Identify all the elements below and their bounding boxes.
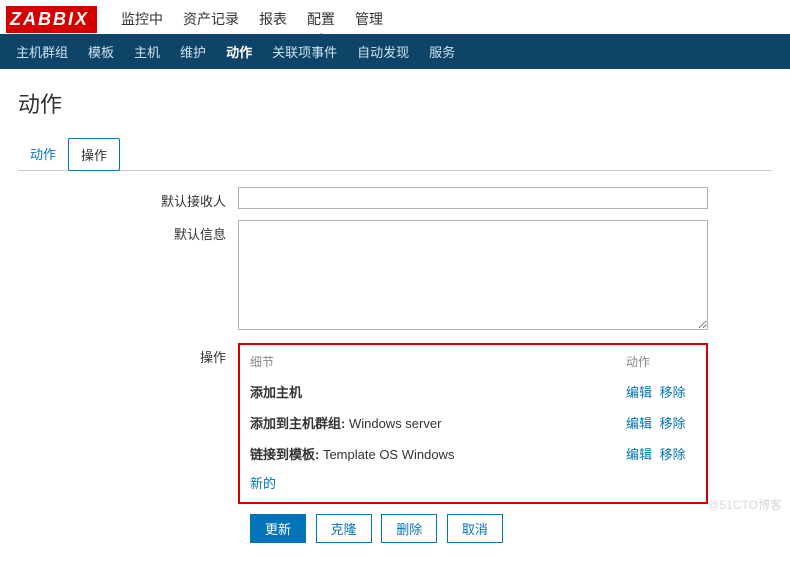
operations-box: 细节 动作 添加主机 编辑 移除 添加到主机群组: Windows server… [238, 343, 708, 504]
nav-inventory[interactable]: 资产记录 [173, 1, 249, 37]
operation-row: 添加到主机群组: Windows server 编辑 移除 [250, 407, 696, 438]
nav-administration[interactable]: 管理 [345, 1, 393, 37]
operation-remove-link[interactable]: 移除 [660, 385, 686, 400]
update-button[interactable]: 更新 [250, 514, 306, 543]
subnav-maintenance[interactable]: 维护 [170, 34, 216, 69]
clone-button[interactable]: 克隆 [316, 514, 372, 543]
subnav-discovery[interactable]: 自动发现 [347, 34, 419, 69]
top-nav: ZABBIX 监控中 资产记录 报表 配置 管理 [0, 0, 790, 34]
button-bar: 更新 克隆 删除 取消 [250, 514, 772, 543]
default-recipient-label: 默认接收人 [18, 187, 238, 210]
operation-remove-link[interactable]: 移除 [660, 416, 686, 431]
operation-text: 链接到模板: Template OS Windows [250, 444, 626, 463]
operation-new-link[interactable]: 新的 [250, 469, 276, 496]
subnav-templates[interactable]: 模板 [78, 34, 124, 69]
nav-monitoring[interactable]: 监控中 [111, 1, 173, 37]
subnav-actions[interactable]: 动作 [216, 34, 262, 69]
content-area: 动作 动作 操作 默认接收人 默认信息 操作 细节 动作 添加主机 编辑 移除 [0, 69, 790, 583]
subnav-hostgroups[interactable]: 主机群组 [6, 34, 78, 69]
operations-label: 操作 [18, 343, 238, 504]
tabs: 动作 操作 [18, 137, 772, 171]
watermark: @51CTO博客 [707, 496, 782, 513]
default-recipient-input[interactable] [238, 187, 708, 209]
operation-text: 添加主机 [250, 382, 626, 401]
operation-edit-link[interactable]: 编辑 [626, 416, 652, 431]
operation-row: 添加主机 编辑 移除 [250, 376, 696, 407]
tab-action[interactable]: 动作 [18, 138, 68, 171]
cancel-button[interactable]: 取消 [447, 514, 503, 543]
nav-configuration[interactable]: 配置 [297, 1, 345, 37]
default-message-textarea[interactable] [238, 220, 708, 330]
subnav-hosts[interactable]: 主机 [124, 34, 170, 69]
subnav-services[interactable]: 服务 [419, 34, 465, 69]
operation-remove-link[interactable]: 移除 [660, 447, 686, 462]
tab-operations[interactable]: 操作 [68, 138, 120, 171]
operation-text: 添加到主机群组: Windows server [250, 413, 626, 432]
operation-row: 链接到模板: Template OS Windows 编辑 移除 [250, 438, 696, 469]
logo: ZABBIX [6, 6, 97, 33]
delete-button[interactable]: 删除 [381, 514, 437, 543]
operation-edit-link[interactable]: 编辑 [626, 385, 652, 400]
sub-nav: 主机群组 模板 主机 维护 动作 关联项事件 自动发现 服务 [0, 34, 790, 69]
ops-header-detail: 细节 [250, 353, 626, 370]
default-message-label: 默认信息 [18, 220, 238, 333]
subnav-correlation[interactable]: 关联项事件 [262, 34, 347, 69]
nav-reports[interactable]: 报表 [249, 1, 297, 37]
operation-edit-link[interactable]: 编辑 [626, 447, 652, 462]
ops-header-action: 动作 [626, 353, 696, 370]
page-title: 动作 [18, 87, 772, 119]
